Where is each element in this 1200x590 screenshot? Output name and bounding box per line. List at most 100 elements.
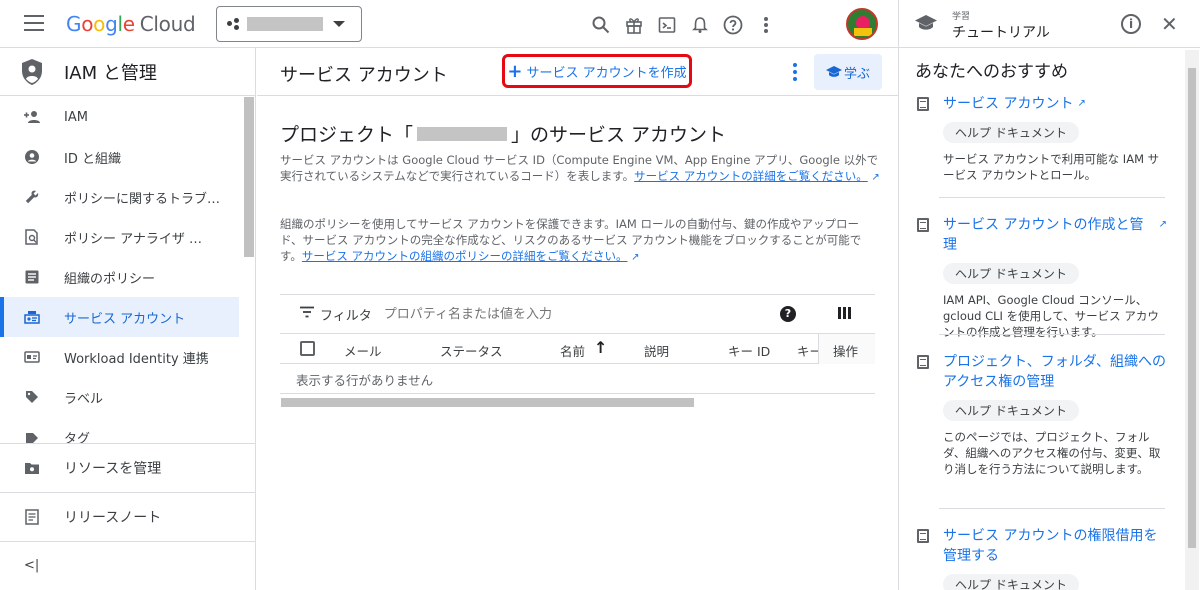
panel-subtitle: あなたへのおすすめ — [915, 62, 1068, 82]
sidebar-item-release-notes[interactable]: リリースノート — [0, 493, 256, 541]
open-external-icon: ↗ — [1077, 98, 1086, 109]
learn-button[interactable]: 学ぶ — [814, 54, 882, 90]
sidebar-item-label: 組織のポリシー — [64, 271, 156, 287]
column-display-icon[interactable] — [838, 307, 851, 319]
tutorial-card: プロジェクト、フォルダ、組織へのアクセス権の管理 ヘルプ ドキュメント このペー… — [915, 352, 1167, 477]
close-icon[interactable]: ✕ — [1161, 12, 1178, 36]
tutorial-card-link[interactable]: プロジェクト、フォルダ、組織へのアクセス権の管理 — [915, 352, 1167, 392]
avatar[interactable] — [846, 8, 878, 40]
divider — [939, 197, 1165, 198]
info-icon[interactable]: i — [1121, 14, 1141, 34]
sidebar-item-workload-identity[interactable]: Workload Identity 連携 — [0, 337, 256, 377]
top-bar: Google Cloud — [0, 0, 898, 48]
help-icon[interactable]: ? — [780, 306, 796, 322]
table-horizontal-scrollbar[interactable] — [281, 398, 694, 407]
sidebar-item-labels[interactable]: ラベル — [0, 377, 256, 417]
divider — [939, 334, 1165, 335]
description-1: サービス アカウントは Google Cloud サービス ID（Compute… — [280, 153, 880, 183]
actions-column: 操作 — [818, 334, 875, 364]
sidebar-item-iam[interactable]: IAM — [0, 97, 256, 137]
tutorial-card: サービス アカウント ↗ ヘルプ ドキュメント サービス アカウントで利用可能な … — [915, 94, 1167, 183]
sidebar-item-label: ポリシー アナライザ … — [64, 231, 203, 247]
tutorial-card: サービス アカウントの作成と管理 ↗ ヘルプ ドキュメント IAM API、Goo… — [915, 215, 1167, 340]
project-icon — [227, 18, 241, 30]
document-icon — [917, 97, 929, 111]
select-all-checkbox[interactable] — [300, 341, 315, 356]
tutorial-card-link[interactable]: サービス アカウントの作成と管理 ↗ — [915, 215, 1167, 255]
service-account-details-link[interactable]: サービス アカウントの詳細をご覧ください。 — [634, 169, 868, 183]
tutorial-card-link[interactable]: サービス アカウントの権限借用を管理する — [915, 526, 1167, 566]
gift-icon[interactable] — [619, 10, 648, 39]
wrench-icon — [24, 189, 40, 205]
main-header: サービス アカウント + サービス アカウントを作成 学ぶ — [257, 48, 898, 96]
column-header-actions: 操作 — [833, 344, 859, 359]
panel-title: チュートリアル — [952, 25, 1050, 41]
column-header-status[interactable]: ステータス — [440, 341, 503, 360]
tag-icon — [24, 429, 40, 443]
sidebar-item-label: サービス アカウント — [64, 311, 186, 327]
sidebar-item-org-policies[interactable]: 組織のポリシー — [0, 257, 256, 297]
collapse-nav-button[interactable]: <| — [24, 558, 39, 573]
bell-icon[interactable] — [685, 10, 714, 39]
column-header-description[interactable]: 説明 — [644, 341, 669, 360]
shield-icon — [22, 58, 42, 85]
sidebar-item-policy-troubleshooter[interactable]: ポリシーに関するトラブ… — [0, 177, 256, 217]
plus-icon: + — [507, 60, 523, 82]
policy-analyzer-icon — [24, 229, 40, 245]
column-header-key-id[interactable]: キー ID — [728, 341, 770, 360]
open-external-icon: ↗ — [871, 172, 880, 183]
help-icon[interactable] — [718, 10, 747, 39]
filter-icon — [300, 306, 314, 322]
redacted-project-name — [417, 126, 508, 141]
school-icon — [825, 66, 842, 77]
sidebar-item-service-accounts[interactable]: サービス アカウント — [0, 297, 239, 337]
filter-bar: フィルタ ? — [280, 294, 875, 334]
sort-arrow-up-icon[interactable]: ↑ — [594, 338, 607, 357]
service-account-icon — [24, 309, 40, 325]
sidebar-item-tags[interactable]: タグ — [0, 417, 256, 443]
release-notes-icon — [24, 509, 40, 525]
account-circle-icon — [24, 149, 40, 165]
nav-title: IAM と管理 — [64, 62, 157, 84]
create-button-label: サービス アカウントを作成 — [526, 65, 687, 81]
tutorial-card: サービス アカウントの権限借用を管理する ヘルプ ドキュメント — [915, 526, 1167, 590]
column-header-name[interactable]: 名前 — [560, 341, 585, 360]
tutorial-card-description: このページでは、プロジェクト、フォルダ、組織へのアクセス権の付与、変更、取り消し… — [943, 430, 1161, 476]
sidebar-item-policy-analyzer[interactable]: ポリシー アナライザ … — [0, 217, 256, 257]
more-vert-icon[interactable] — [751, 10, 780, 39]
page-title: サービス アカウント — [280, 65, 448, 86]
panel-caption: 学習 — [952, 12, 971, 22]
main-content: サービス アカウント + サービス アカウントを作成 学ぶ プロジェクト「 」のサ… — [257, 48, 898, 590]
sidebar-item-label: リリースノート — [64, 510, 162, 526]
tutorial-card-link[interactable]: サービス アカウント ↗ — [915, 94, 1167, 114]
sidebar-item-label: Workload Identity 連携 — [64, 351, 209, 367]
tutorial-card-description: サービス アカウントで利用可能な IAM サービス アカウントとロール。 — [943, 152, 1160, 182]
doc-type-chip: ヘルプ ドキュメント — [943, 122, 1079, 143]
label-icon — [24, 389, 40, 405]
side-nav: IAM と管理 IAM ID と組織 ポリシーに関するトラブ… ポリシー アナラ… — [0, 48, 256, 590]
sidebar-item-label: ID と組織 — [64, 151, 121, 167]
chevron-down-icon — [333, 21, 345, 27]
id-card-icon — [24, 349, 40, 365]
document-icon — [917, 355, 929, 369]
org-policy-details-link[interactable]: サービス アカウントの組織のポリシーの詳細をご覧ください。 — [302, 249, 628, 263]
nav-list: IAM ID と組織 ポリシーに関するトラブ… ポリシー アナライザ … 組織の… — [0, 97, 256, 443]
list-icon — [24, 269, 40, 285]
filter-input[interactable] — [383, 306, 734, 322]
search-icon[interactable] — [586, 10, 615, 39]
create-service-account-button[interactable]: + サービス アカウントを作成 — [502, 54, 692, 88]
panel-scrollbar[interactable] — [1185, 50, 1199, 590]
project-picker[interactable] — [216, 6, 362, 42]
menu-icon[interactable] — [24, 15, 44, 33]
column-header-email[interactable]: メール — [344, 341, 382, 360]
more-vert-icon[interactable] — [787, 62, 803, 82]
document-icon — [917, 218, 929, 232]
sidebar-item-label: タグ — [64, 431, 91, 444]
sidebar-item-identity[interactable]: ID と組織 — [0, 137, 256, 177]
open-external-icon: ↗ — [631, 252, 640, 263]
school-icon — [915, 15, 937, 30]
terminal-icon[interactable] — [652, 10, 681, 39]
nav-scrollbar[interactable] — [244, 97, 254, 257]
google-cloud-logo[interactable]: Google Cloud — [66, 12, 196, 36]
sidebar-item-manage-resources[interactable]: リソースを管理 — [0, 444, 256, 492]
